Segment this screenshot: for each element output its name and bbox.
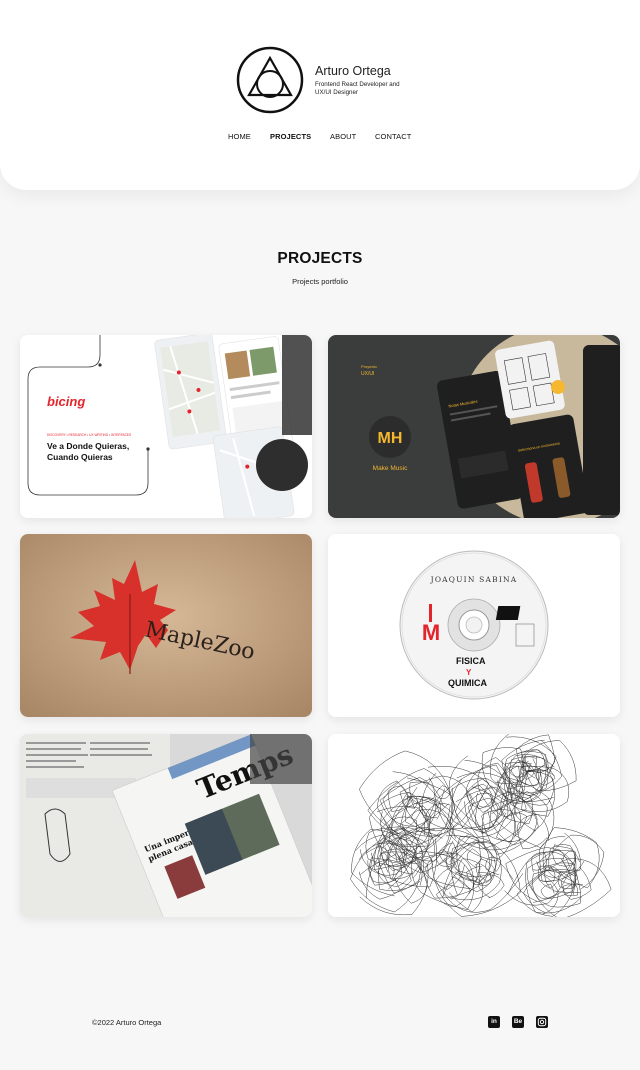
make-music-project-type: UX/UI [361, 371, 374, 377]
nav-projects[interactable]: PROJECTS [270, 132, 311, 141]
svg-text:M: M [422, 620, 440, 645]
bicing-logo: bicing [47, 394, 85, 409]
maplezoo-preview-image: MapleZoo [20, 534, 312, 717]
nav-contact[interactable]: CONTACT [375, 132, 411, 141]
instagram-icon[interactable] [536, 1016, 548, 1028]
project-card-temps[interactable]: Temps Una impertinencia en plena casa [20, 734, 312, 917]
site-header: Arturo Ortega Frontend React Developer a… [0, 0, 640, 190]
brand-name: Arturo Ortega [315, 64, 391, 78]
cd-artist: JOAQUIN SABINA [430, 575, 518, 584]
bicing-tags: DISCOVERY • RESEARCH • UX WRITING • INTE… [47, 433, 131, 437]
section-subtitle: Projects portfolio [292, 277, 348, 286]
cd-album-1: FISICA [456, 656, 486, 666]
make-music-label: Make Music [373, 465, 408, 472]
footer-copyright: ©2022 Arturo Ortega [92, 1018, 162, 1027]
bicing-preview-image: bicing DISCOVERY • RESEARCH • UX WRITING… [20, 335, 312, 518]
svg-text:MH: MH [378, 430, 403, 447]
cd-album-2: QUIMICA [448, 678, 487, 688]
fisica-quimica-preview-image: JOAQUIN SABINA M FISICA Y QUIMICA [328, 534, 620, 717]
cd-mark: Y [466, 668, 472, 677]
make-music-preview-image: Proyecto UX/UI MH Make Music Notas Music… [328, 335, 620, 518]
behance-icon[interactable]: Be [512, 1016, 524, 1028]
project-card-maplezoo[interactable]: MapleZoo [20, 534, 312, 717]
project-card-scribble[interactable] [328, 734, 620, 917]
project-card-fisica-quimica[interactable]: JOAQUIN SABINA M FISICA Y QUIMICA [328, 534, 620, 717]
temps-preview-image: Temps Una impertinencia en plena casa [20, 734, 312, 917]
bicing-headline-1: Ve a Donde Quieras, [47, 441, 129, 451]
logo-icon[interactable] [236, 46, 304, 114]
scribble-preview-image [328, 734, 620, 917]
bicing-headline-2: Cuando Quieras [47, 452, 113, 462]
brand-tagline: Frontend React Developer and UX/UI Desig… [315, 81, 400, 96]
project-card-make-music[interactable]: Proyecto UX/UI MH Make Music Notas Music… [328, 335, 620, 518]
project-card-bicing[interactable]: bicing DISCOVERY • RESEARCH • UX WRITING… [20, 335, 312, 518]
section-title: PROJECTS [277, 250, 363, 267]
nav-about[interactable]: ABOUT [330, 132, 356, 141]
linkedin-icon[interactable]: in [488, 1016, 500, 1028]
nav-home[interactable]: HOME [228, 132, 251, 141]
make-music-project-label: Proyecto [361, 364, 378, 369]
